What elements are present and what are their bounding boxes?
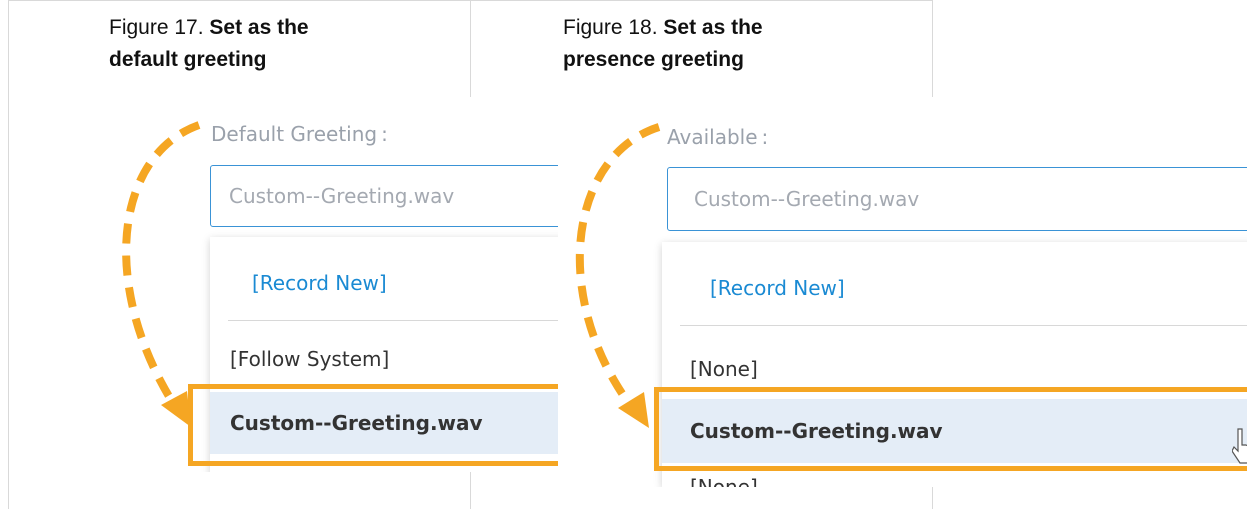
curved-arrow-icon: [575, 123, 661, 428]
hand-cursor-icon: [1232, 428, 1247, 464]
follow-system-option[interactable]: [Follow System]: [210, 329, 558, 389]
default-greeting-select[interactable]: Custom--Greeting.wav: [210, 165, 558, 227]
figure-17-caption: Figure 17. Set as the default greeting: [109, 12, 429, 76]
default-greeting-label: Default Greeting:: [211, 122, 388, 146]
curved-arrow-icon: [122, 121, 201, 427]
none-label: [None]: [690, 357, 758, 381]
dropdown-divider: [228, 320, 558, 321]
record-new-label: [Record New]: [710, 276, 845, 300]
label-colon: :: [761, 125, 769, 149]
figure-17-title-line-2: default greeting: [109, 48, 267, 71]
figure-17-screenshot: Default Greeting: Custom--Greeting.wav […: [185, 97, 558, 472]
figure-18-number: Figure 18.: [563, 16, 658, 39]
figure-18-title-line-1: Set as the: [663, 16, 763, 39]
select-value: Custom--Greeting.wav: [694, 187, 920, 211]
label-colon: :: [381, 122, 388, 146]
figure-18-caption: Figure 18. Set as the presence greeting: [563, 12, 883, 76]
figure-17-title-line-1: Set as the: [209, 16, 309, 39]
figure-18-title-line-2: presence greeting: [563, 48, 744, 71]
dropdown-divider: [680, 325, 1247, 326]
figure-17-number: Figure 17.: [109, 16, 204, 39]
table-left-border: [8, 0, 9, 509]
default-greeting-label-text: Default Greeting: [211, 122, 378, 146]
selected-option-highlight: [188, 384, 558, 466]
selected-option-highlight: [654, 387, 1247, 471]
available-select[interactable]: Custom--Greeting.wav: [667, 167, 1247, 231]
select-value: Custom--Greeting.wav: [229, 184, 455, 208]
available-label-text: Available: [667, 125, 758, 149]
partial-option-label: [None]: [690, 475, 758, 487]
record-new-option[interactable]: [Record New]: [662, 252, 1247, 324]
available-label: Available:: [667, 125, 768, 149]
figure-18-screenshot: Available: Custom--Greeting.wav [Record …: [652, 97, 1247, 487]
follow-system-label: [Follow System]: [230, 347, 390, 371]
record-new-option[interactable]: [Record New]: [210, 247, 558, 319]
record-new-label: [Record New]: [252, 271, 387, 295]
